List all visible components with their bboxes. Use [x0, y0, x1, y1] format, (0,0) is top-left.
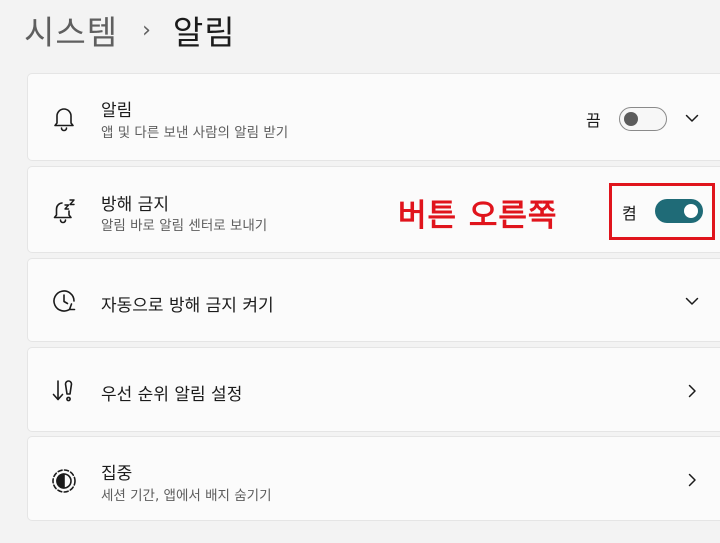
priority-icon — [50, 377, 78, 405]
setting-title: 집중 — [101, 464, 133, 484]
setting-priority-notifications[interactable]: 우선 순위 알림 설정 — [27, 347, 720, 432]
chevron-right-icon[interactable] — [682, 381, 702, 401]
breadcrumb: 시스템 › 알림 — [24, 4, 236, 56]
chevron-down-icon[interactable] — [682, 291, 702, 311]
setting-subtitle: 세션 기간, 앱에서 배지 숨기기 — [101, 488, 272, 504]
breadcrumb-separator: › — [142, 17, 151, 43]
bell-zz-icon — [50, 196, 78, 224]
setting-focus[interactable]: 집중 세션 기간, 앱에서 배지 숨기기 — [27, 436, 720, 521]
setting-title: 자동으로 방해 금지 켜기 — [101, 296, 274, 316]
setting-notifications[interactable]: 알림 앱 및 다른 보낸 사람의 알림 받기 끔 — [27, 73, 720, 161]
chevron-down-icon[interactable] — [682, 108, 702, 128]
page-title: 알림 — [172, 13, 236, 52]
clock-icon — [50, 287, 78, 315]
chevron-right-icon[interactable] — [682, 470, 702, 490]
setting-subtitle: 앱 및 다른 보낸 사람의 알림 받기 — [101, 125, 289, 141]
annotation-label: 버튼 오른쪽 — [398, 198, 558, 234]
setting-title: 방해 금지 — [101, 195, 169, 215]
setting-title: 우선 순위 알림 설정 — [101, 385, 243, 405]
breadcrumb-parent-system[interactable]: 시스템 — [24, 6, 118, 54]
setting-subtitle: 알림 바로 알림 센터로 보내기 — [101, 218, 268, 234]
toggle-knob — [624, 112, 638, 126]
toggle-state-label: 끔 — [586, 111, 601, 130]
setting-auto-do-not-disturb[interactable]: 자동으로 방해 금지 켜기 — [27, 258, 720, 342]
setting-title: 알림 — [101, 101, 133, 121]
notifications-toggle[interactable] — [619, 107, 667, 131]
focus-icon — [50, 467, 78, 495]
annotation-highlight-box — [609, 183, 715, 240]
bell-icon — [50, 104, 78, 132]
